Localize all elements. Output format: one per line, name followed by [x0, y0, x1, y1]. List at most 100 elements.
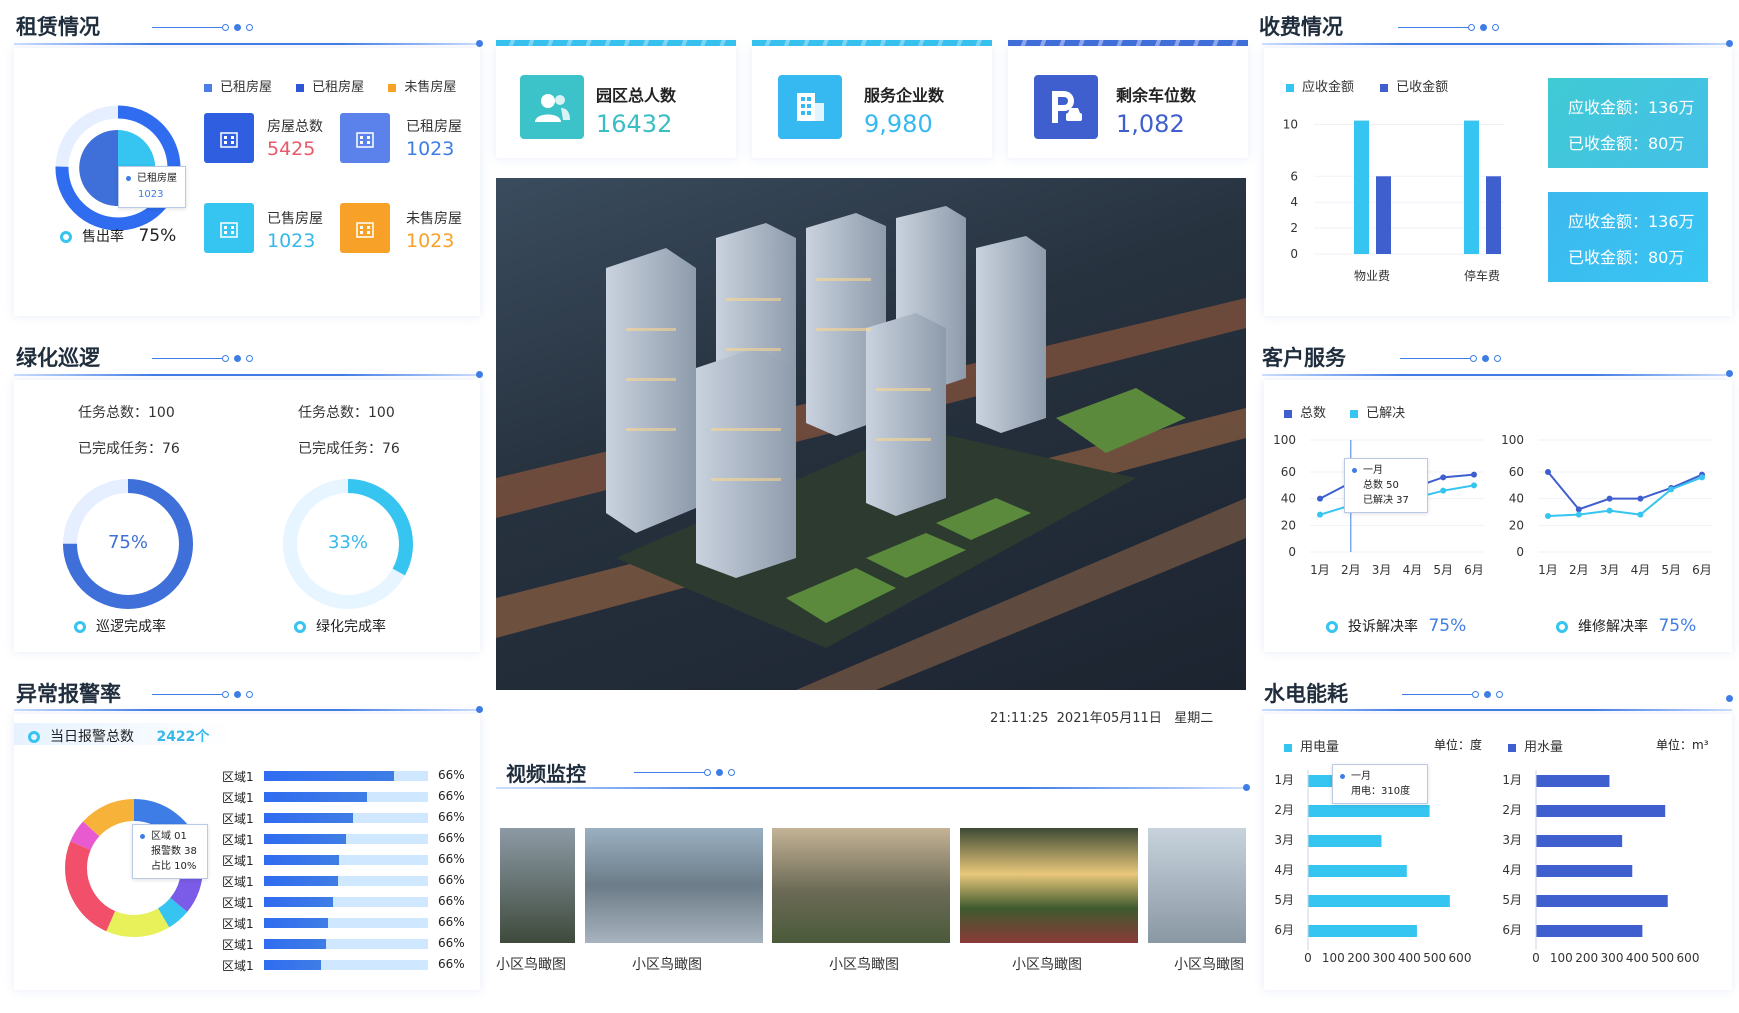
y-tick-label: 4月 [1274, 863, 1294, 877]
x-tick-label: 500 [1651, 951, 1674, 965]
ring-icon [28, 731, 40, 743]
alarm-bar-fill [264, 960, 322, 970]
alarm-row-pct: 66% [438, 768, 465, 782]
ring-icon [60, 231, 72, 243]
task-total: 任务总数：100 [78, 405, 175, 421]
y-tick-label: 0 [1288, 545, 1296, 559]
video-title: 视频监控 [506, 762, 586, 786]
alarm-bar-track [264, 960, 428, 970]
video-thumbnail[interactable] [1148, 828, 1246, 943]
energy-bar [1308, 835, 1382, 847]
alarm-row: 区域1 66% [222, 850, 472, 869]
green-caption: 绿化完成率 [294, 616, 386, 636]
fee-box: 应收金额：136万 已收金额：80万 [1548, 192, 1708, 282]
video-thumbnail[interactable] [960, 828, 1138, 943]
y-tick-label: 1月 [1274, 773, 1294, 787]
tooltip-line: 用电：310度 [1351, 786, 1411, 797]
video-caption: 小区鸟瞰图 [1012, 957, 1082, 973]
x-tick-label: 1月 [1538, 563, 1558, 577]
x-tick-label: 0 [1532, 951, 1540, 965]
x-tick-label: 5月 [1433, 563, 1453, 577]
alarm-row: 区域1 66% [222, 892, 472, 911]
water-bar-chart[interactable]: 1月 2月 3月 4月 5月 6月 0 100 200 300 400 500 600 [1492, 758, 1728, 978]
alarm-bar-fill [264, 918, 328, 928]
fee-received: 已收金额：80万 [1568, 248, 1685, 267]
rental-legend: 已租房屋 已租房屋 未售房屋 [204, 76, 456, 95]
energy-bar [1308, 865, 1407, 877]
alarm-row: 区域1 66% [222, 913, 472, 932]
x-tick-label: 2月 [1341, 563, 1361, 577]
x-tick-label: 4月 [1403, 563, 1423, 577]
data-point [1699, 474, 1705, 481]
stat-label: 剩余车位数 [1116, 86, 1197, 105]
data-point [1440, 474, 1447, 481]
title-decoration [634, 769, 735, 777]
video-thumbnail[interactable] [772, 828, 950, 943]
data-point [1637, 511, 1644, 518]
service-legend: 总数 已解决 [1284, 402, 1405, 421]
video-caption: 小区鸟瞰图 [829, 957, 899, 973]
patrol-pct: 75% [107, 532, 148, 553]
underline-dot [1726, 695, 1733, 702]
legend-label: 已租房屋 [220, 80, 273, 95]
alarm-bar-track [264, 792, 428, 802]
task-total: 任务总数：100 [298, 405, 395, 421]
energy-bar [1308, 925, 1417, 937]
alarm-row: 区域1 66% [222, 871, 472, 890]
legend-label: 应收金额 [1302, 80, 1355, 95]
alarm-bar-track [264, 771, 428, 781]
repair-rate: 维修解决率 75% [1556, 616, 1696, 636]
alarm-bar-track [264, 813, 428, 823]
alarm-row-pct: 66% [438, 915, 465, 929]
series-line [1547, 471, 1703, 511]
y-tick-label: 3月 [1274, 833, 1294, 847]
y-tick-label: 4 [1290, 195, 1298, 209]
y-tick-label: 1月 [1502, 773, 1522, 787]
repair-line-chart[interactable]: 0 20 40 60 100 1月 2月 3月 4月 5月 6月 [1492, 424, 1722, 594]
y-tick-label: 3月 [1502, 833, 1522, 847]
energy-bar [1536, 805, 1666, 817]
x-tick-label: 400 [1398, 951, 1421, 965]
title-underline [1262, 709, 1732, 711]
rental-card: 已租房屋 已租房屋 未售房屋 已租房屋 1023 售出率 75% 房屋总数 54… [14, 48, 480, 316]
data-point [1545, 513, 1551, 519]
alarm-bar-fill [264, 834, 346, 844]
data-point [1471, 482, 1477, 489]
title-decoration [152, 355, 253, 363]
tooltip-line: 占比 10% [151, 861, 197, 872]
title-decoration [1398, 24, 1499, 32]
fee-receivable: 应收金额：136万 [1568, 212, 1695, 231]
title-underline [14, 709, 480, 711]
rate-value: 75% [1428, 616, 1467, 636]
fee-bar-chart: 0 2 4 6 10 物业费 停车费 [1283, 117, 1504, 283]
alarm-bar-track [264, 855, 428, 865]
x-tick-label: 200 [1347, 951, 1370, 965]
fee-bar [1464, 120, 1479, 254]
fee-received: 已收金额：80万 [1568, 134, 1685, 153]
title-decoration [152, 24, 253, 32]
alarm-row-label: 区域1 [222, 791, 254, 805]
underline-dot [476, 40, 483, 47]
energy-tooltip: 一月 用电：310度 [1332, 764, 1428, 804]
ring-icon [294, 621, 306, 633]
legend-label: 用电量 [1300, 740, 1340, 755]
x-tick-label: 物业费 [1354, 269, 1390, 283]
fee-box: 应收金额：136万 已收金额：80万 [1548, 78, 1708, 168]
fee-card: 应收金额 已收金额 0 2 4 6 10 物业费 停车费 应收金额：136万 已收金额：80… [1264, 48, 1732, 316]
water-unit: 单位：m³ [1656, 738, 1709, 752]
alarm-bar-track [264, 834, 428, 844]
alarm-row: 区域1 66% [222, 829, 472, 848]
data-point [1637, 495, 1644, 502]
alarm-bar-fill [264, 771, 394, 781]
alarm-row-label: 区域1 [222, 896, 254, 910]
data-point [1668, 486, 1675, 493]
y-tick-label: 5月 [1274, 893, 1294, 907]
video-thumbnail[interactable] [500, 828, 575, 943]
energy-bar [1536, 895, 1668, 907]
energy-bar [1308, 805, 1430, 817]
title-decoration [1400, 355, 1501, 363]
energy-bar [1308, 895, 1450, 907]
y-tick-label: 40 [1509, 492, 1524, 506]
video-thumbnail[interactable] [585, 828, 763, 943]
building-icon [204, 113, 254, 163]
